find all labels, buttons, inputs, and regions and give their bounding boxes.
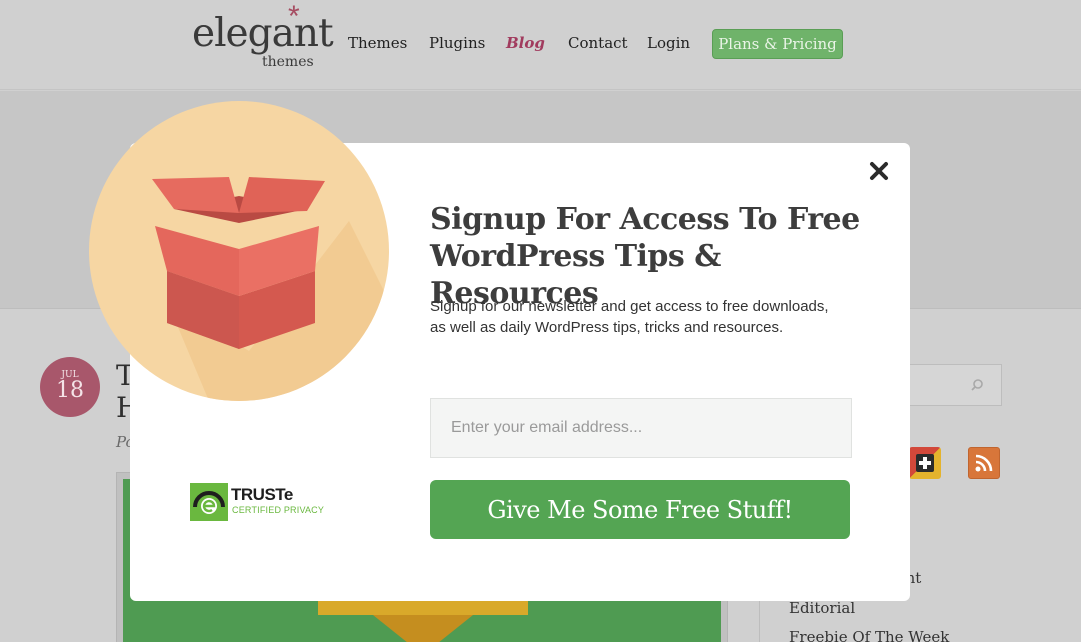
plans-pricing-button[interactable]: Plans & Pricing: [712, 29, 843, 59]
rss-glyph-icon: [975, 454, 993, 472]
image-shape-arrow: [373, 615, 473, 642]
post-date-day: 18: [56, 378, 84, 403]
submit-button[interactable]: Give Me Some Free Stuff!: [430, 480, 850, 539]
nav-contact[interactable]: Contact: [568, 34, 628, 52]
logo-wordmark: elegant: [192, 11, 334, 56]
image-shape-bar: [318, 601, 528, 615]
gift-box-illustration: [89, 101, 389, 401]
sidebar-category-editorial[interactable]: Editorial: [789, 599, 855, 617]
logo-subtext: themes: [262, 54, 314, 70]
nav-themes[interactable]: Themes: [348, 34, 407, 52]
truste-badge[interactable]: TRUSTe CERTIFIED PRIVACY: [190, 483, 340, 523]
nav-blog[interactable]: Blog: [506, 34, 545, 52]
modal-description: Signup for our newsletter and get access…: [430, 298, 829, 336]
sidebar-search-input[interactable]: [900, 364, 1002, 406]
sidebar-category-freebie[interactable]: Freebie Of The Week: [789, 628, 949, 642]
rss-icon[interactable]: [968, 447, 1000, 479]
search-icon[interactable]: [970, 378, 984, 392]
truste-name: TRUSTe: [231, 485, 293, 504]
post-date-badge: JUL 18: [40, 357, 100, 417]
email-field[interactable]: [430, 398, 852, 458]
plus-icon: [916, 454, 934, 472]
open-box-icon: [152, 177, 389, 401]
elegant-themes-logo[interactable]: elegant * themes: [192, 2, 334, 72]
truste-subtitle: CERTIFIED PRIVACY: [232, 505, 325, 515]
truste-e-icon: [193, 491, 225, 514]
truste-logo-icon: [190, 483, 228, 521]
logo-asterisk: *: [288, 0, 300, 33]
close-icon[interactable]: [868, 160, 890, 182]
social-plus-icon[interactable]: [909, 447, 941, 479]
nav-login[interactable]: Login: [647, 34, 690, 52]
site-header: elegant * themes Themes Plugins Blog Con…: [0, 0, 1081, 90]
nav-plugins[interactable]: Plugins: [429, 34, 485, 52]
